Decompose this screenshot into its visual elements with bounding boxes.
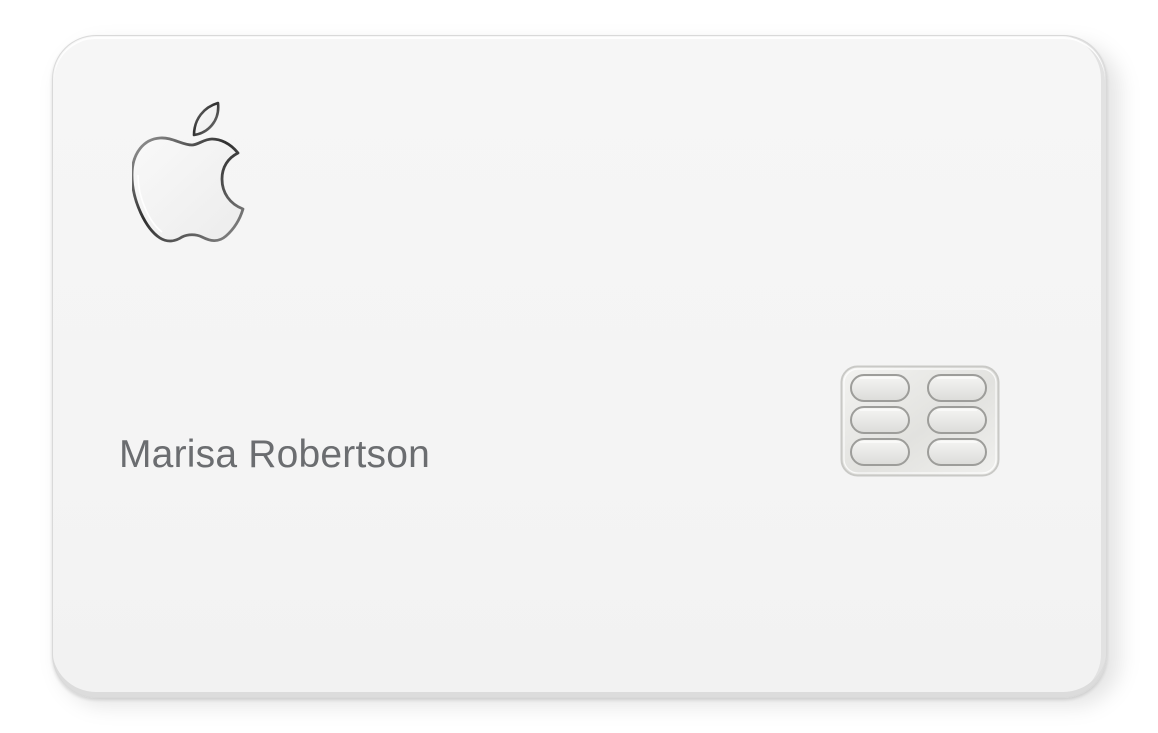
cardholder-name: Marisa Robertson: [119, 433, 430, 476]
emv-chip-icon: [840, 365, 1000, 477]
apple-logo-icon: [132, 101, 245, 243]
card-stage: Marisa Robertson: [0, 0, 1158, 733]
payment-card: Marisa Robertson: [52, 35, 1107, 698]
